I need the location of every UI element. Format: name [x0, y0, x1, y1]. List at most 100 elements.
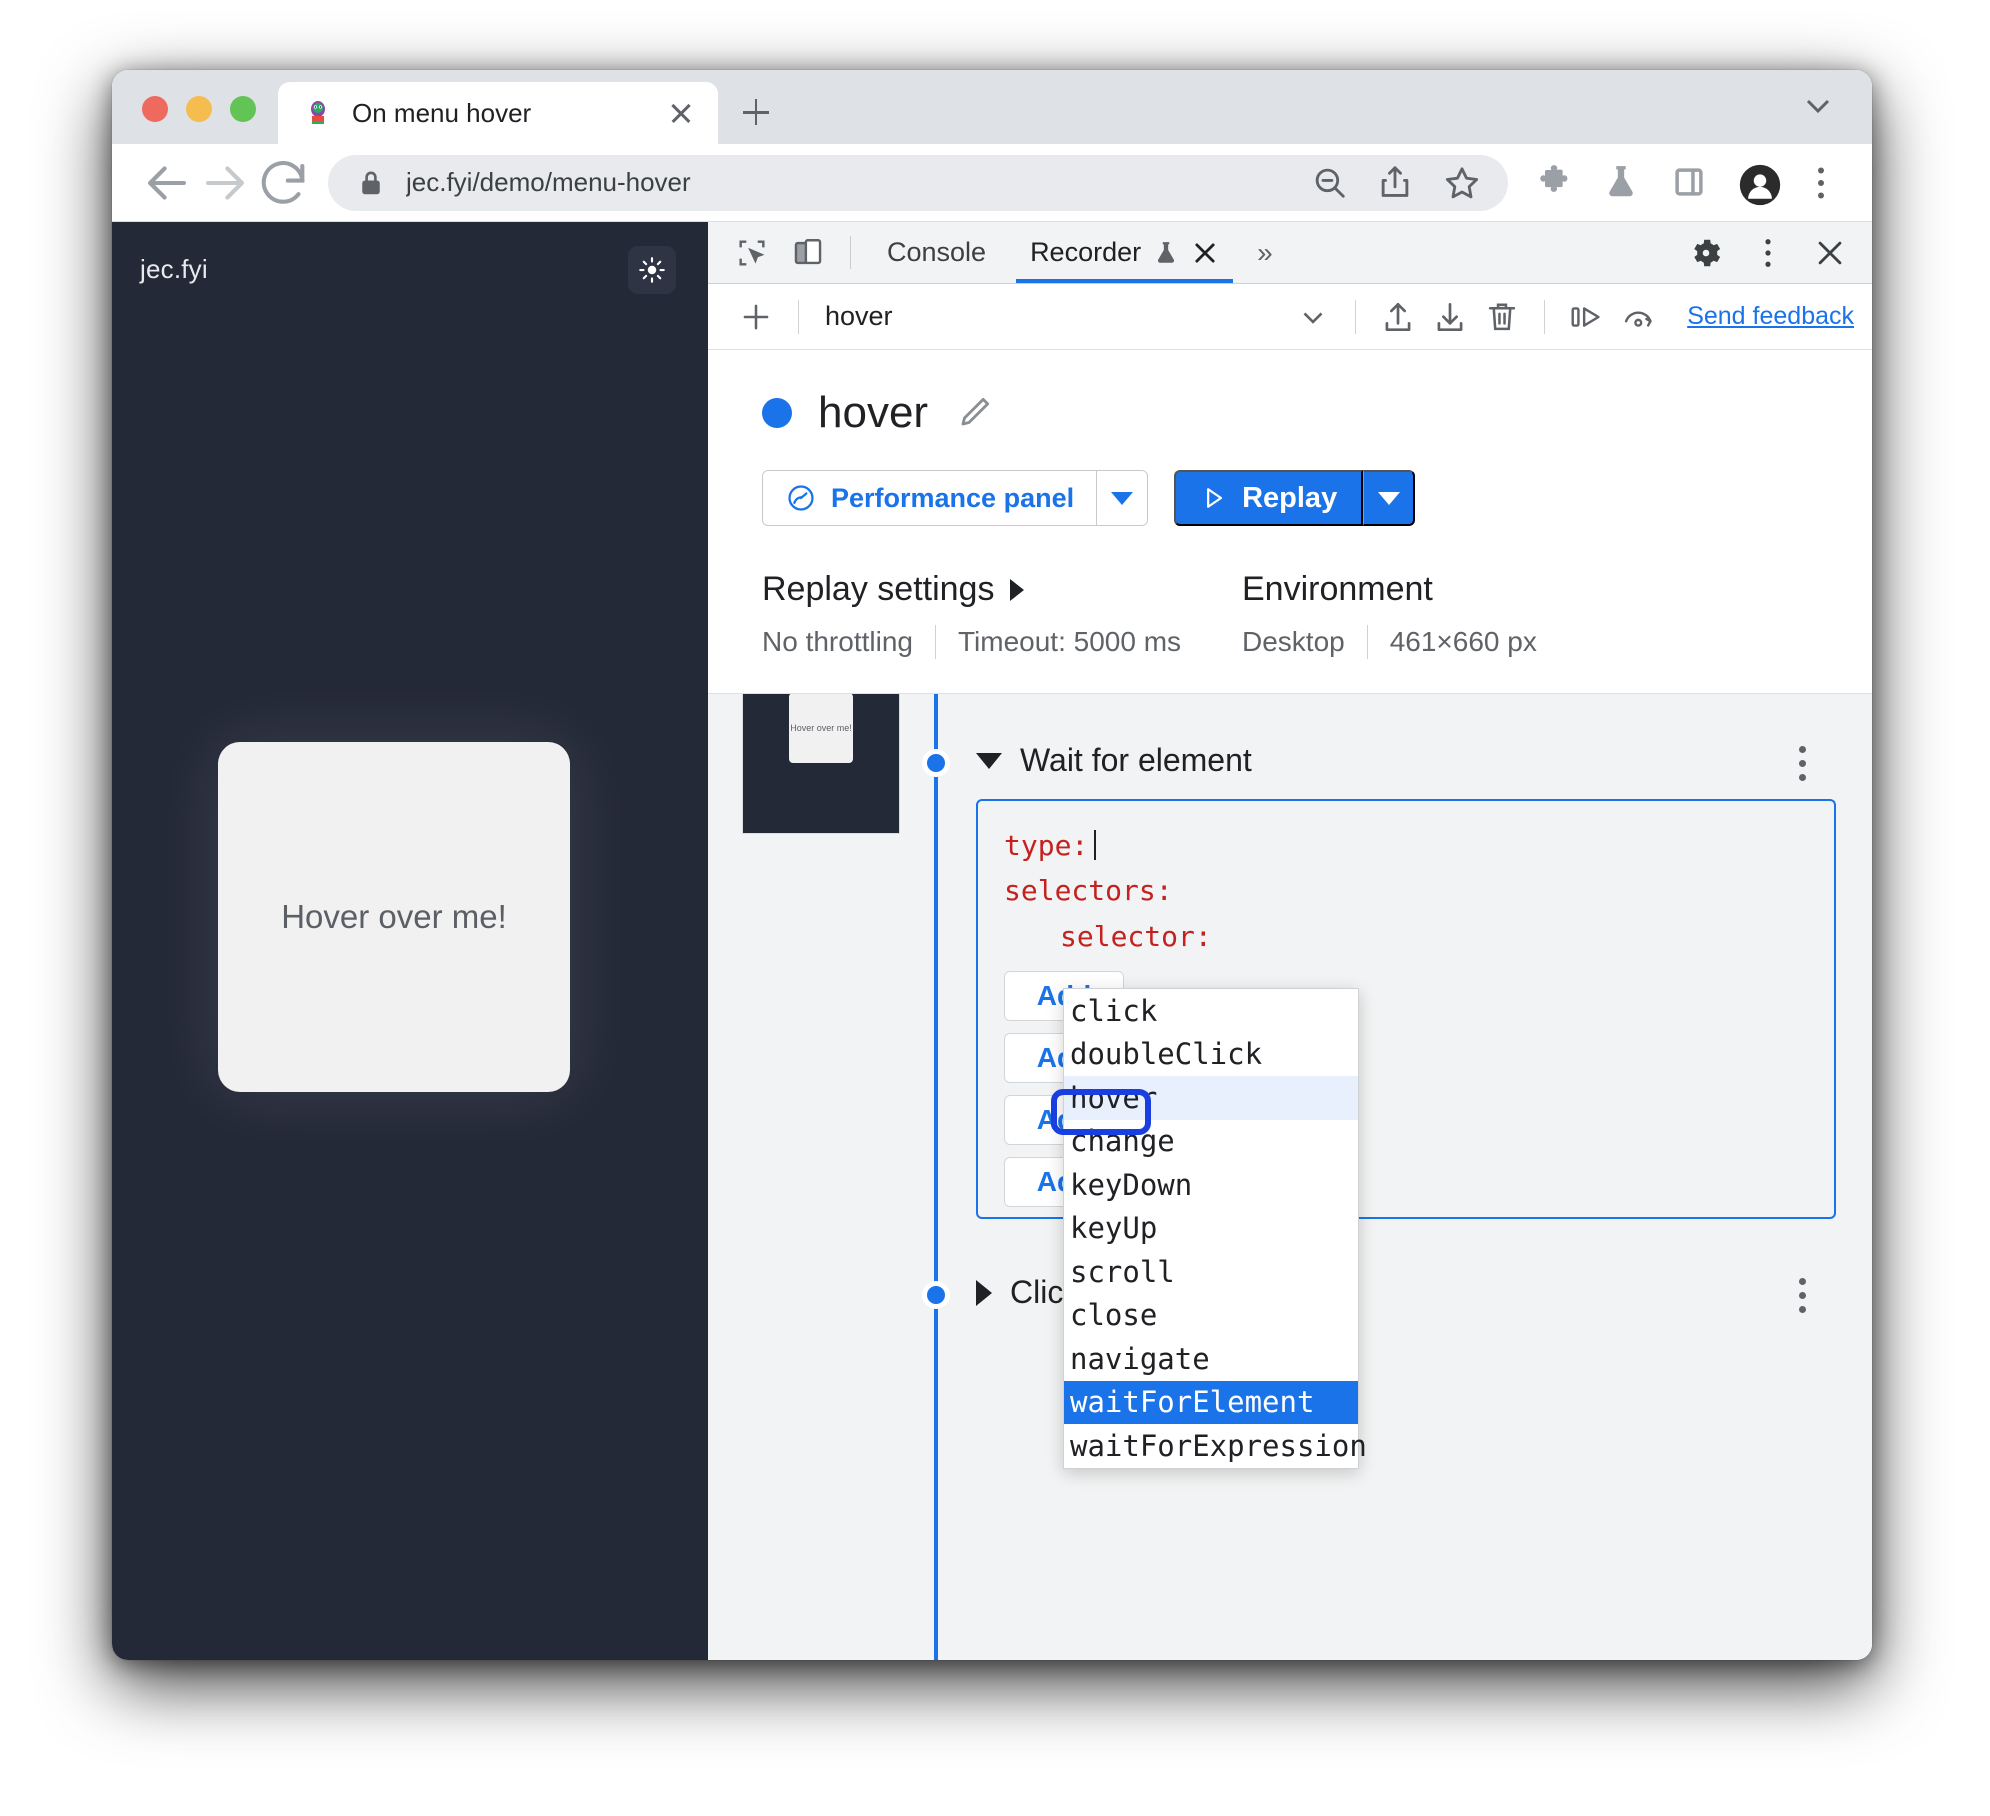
new-tab-button[interactable]	[732, 88, 780, 136]
replay-settings-toggle[interactable]: Replay settings	[762, 570, 1242, 609]
chevron-down-icon[interactable]	[1798, 86, 1838, 126]
pencil-edit-icon[interactable]	[954, 393, 994, 433]
reload-icon[interactable]	[254, 154, 312, 212]
step-by-step-replay-icon[interactable]	[1561, 291, 1613, 343]
autocomplete-option-doubleclick[interactable]: doubleClick	[1064, 1033, 1358, 1077]
environment-heading-row: Environment	[1242, 570, 1537, 609]
create-recording-button[interactable]	[730, 291, 782, 343]
address-bar[interactable]: jec.fyi/demo/menu-hover	[328, 154, 1508, 211]
close-recorder-tab-icon[interactable]	[1191, 239, 1219, 267]
send-feedback-link[interactable]: Send feedback	[1665, 302, 1854, 331]
autocomplete-option-scroll[interactable]: scroll	[1064, 1250, 1358, 1294]
browser-window: On menu hover jec.fyi/demo/menu-hover je…	[112, 70, 1872, 1660]
collapse-caret-down-icon[interactable]	[976, 752, 1002, 769]
autocomplete-option-keydown[interactable]: keyDown	[1064, 1163, 1358, 1207]
performance-gauge-icon	[785, 482, 817, 514]
step-marker-dot	[922, 1281, 950, 1309]
maximize-window-button[interactable]	[230, 96, 256, 122]
tab-strip-actions	[1798, 86, 1872, 144]
editor-line-selector: selector:	[1004, 914, 1808, 959]
page-viewport: jec.fyi Hover over me!	[112, 222, 708, 1660]
forward-arrow-icon[interactable]	[196, 154, 254, 212]
url-text: jec.fyi/demo/menu-hover	[406, 167, 691, 197]
zoom-out-icon[interactable]	[1310, 163, 1350, 203]
browser-toolbar-icons	[1524, 163, 1846, 205]
profile-avatar-icon[interactable]	[1738, 163, 1781, 205]
step-header[interactable]: Wait for element	[976, 742, 1872, 781]
inspect-element-icon[interactable]	[724, 222, 780, 283]
replay-button[interactable]: Replay	[1174, 470, 1364, 526]
delete-recording-icon[interactable]	[1476, 291, 1528, 343]
autocomplete-option-click[interactable]: click	[1064, 989, 1358, 1033]
autocomplete-option-hover[interactable]: hover	[1064, 1076, 1358, 1120]
type-autocomplete-dropdown[interactable]: click doubleClick hover change keyDown k…	[1063, 988, 1367, 1469]
environment-viewport: 461×660 px	[1389, 626, 1537, 657]
devtools-tab-bar: Console Recorder »	[708, 222, 1872, 284]
share-icon[interactable]	[1376, 163, 1416, 203]
bookmark-star-icon[interactable]	[1442, 163, 1482, 203]
page-brand: jec.fyi	[140, 254, 208, 284]
window-traffic-lights	[112, 96, 278, 144]
environment-summary: Desktop 461×660 px	[1242, 625, 1537, 659]
toolbar-divider	[1355, 299, 1357, 334]
side-panel-icon[interactable]	[1670, 163, 1710, 203]
autocomplete-option-close[interactable]: close	[1064, 1294, 1358, 1338]
autocomplete-option-keyup[interactable]: keyUp	[1064, 1207, 1358, 1251]
editor-key-selectors: selectors:	[1004, 874, 1173, 908]
devtools-menu-kebab-icon[interactable]	[1740, 235, 1796, 271]
replay-settings-heading: Replay settings	[762, 570, 995, 608]
lock-icon	[358, 168, 384, 198]
step-menu-kebab-icon[interactable]	[1798, 1278, 1806, 1313]
tab-recorder[interactable]: Recorder	[1008, 222, 1241, 283]
close-tab-icon[interactable]	[666, 98, 696, 128]
close-devtools-icon[interactable]	[1802, 236, 1858, 270]
sun-icon	[637, 255, 667, 285]
performance-panel-dropdown-button[interactable]	[1096, 470, 1149, 526]
settings-gear-icon[interactable]	[1678, 235, 1734, 271]
theme-toggle-button[interactable]	[628, 246, 676, 294]
experiments-flask-icon[interactable]	[1602, 163, 1642, 203]
autocomplete-option-waitforelement[interactable]: waitForElement	[1064, 1380, 1358, 1424]
divider	[1366, 625, 1368, 659]
browser-tab[interactable]: On menu hover	[278, 82, 718, 144]
toolbar-divider	[1544, 299, 1546, 334]
hover-card-label: Hover over me!	[281, 898, 507, 935]
omnibox-actions	[1310, 163, 1498, 203]
expand-caret-right-icon[interactable]	[976, 1279, 992, 1306]
minimize-window-button[interactable]	[186, 96, 212, 122]
device-toolbar-icon[interactable]	[780, 222, 836, 283]
screenshot-root: On menu hover jec.fyi/demo/menu-hover je…	[0, 0, 1990, 1816]
recording-selector-label[interactable]: hover	[815, 301, 893, 332]
back-arrow-icon[interactable]	[138, 154, 196, 212]
more-tabs-button[interactable]: »	[1241, 222, 1289, 283]
replay-with-timing-icon[interactable]	[1613, 291, 1665, 343]
play-triangle-icon	[1200, 484, 1228, 512]
replay-dropdown-button[interactable]	[1363, 470, 1416, 526]
chevron-down-icon	[1111, 491, 1134, 505]
replay-split-button: Replay	[1174, 470, 1416, 526]
import-recording-icon[interactable]	[1372, 291, 1424, 343]
divider	[934, 625, 936, 659]
replay-settings-summary: No throttling Timeout: 5000 ms	[762, 625, 1242, 659]
recording-title: hover	[818, 388, 929, 437]
expand-caret-right-icon	[1010, 578, 1025, 601]
tab-recorder-label: Recorder	[1030, 237, 1142, 267]
browser-menu-kebab-icon[interactable]	[1806, 163, 1846, 203]
autocomplete-option-waitforexpression[interactable]: waitForExpression	[1064, 1424, 1367, 1468]
autocomplete-option-navigate[interactable]: navigate	[1064, 1337, 1358, 1381]
step-menu-kebab-icon[interactable]	[1798, 746, 1806, 781]
hover-target-card[interactable]: Hover over me!	[218, 742, 570, 1092]
performance-panel-label: Performance panel	[831, 482, 1075, 513]
recorder-settings-row: Replay settings No throttling Timeout: 5…	[708, 526, 1872, 694]
recording-selector-chevron-down-icon[interactable]	[1287, 291, 1339, 343]
extensions-puzzle-icon[interactable]	[1534, 163, 1574, 203]
environment-device: Desktop	[1242, 626, 1345, 657]
close-window-button[interactable]	[142, 96, 168, 122]
tab-console[interactable]: Console	[865, 222, 1008, 283]
recorder-action-buttons: Performance panel Replay	[762, 470, 1872, 526]
autocomplete-option-change[interactable]: change	[1064, 1120, 1358, 1164]
experimental-flask-icon	[1153, 238, 1179, 268]
timeout-value: Timeout: 5000 ms	[957, 626, 1182, 657]
performance-panel-button[interactable]: Performance panel	[762, 470, 1097, 526]
export-recording-icon[interactable]	[1424, 291, 1476, 343]
